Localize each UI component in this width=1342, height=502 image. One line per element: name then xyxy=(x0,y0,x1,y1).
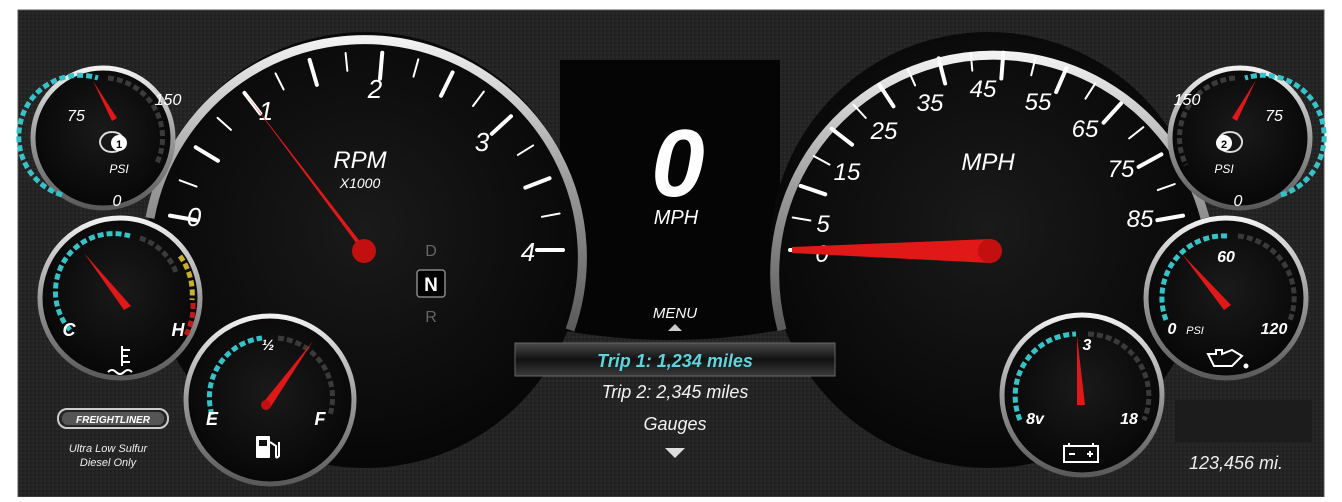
air2-number: 2 xyxy=(1221,139,1227,151)
tach-unit-label: RPM xyxy=(333,147,386,174)
air1-unit: PSI xyxy=(109,162,129,176)
cluster-display: 0 1 2 3 4 RPM X1000 D N R 0 MPH 0 5 15 2… xyxy=(0,0,1342,498)
air1-min-label: 0 xyxy=(113,193,122,210)
tach-tick-1: 1 xyxy=(259,96,273,126)
air2-mid-label: 75 xyxy=(1265,108,1283,125)
battery-mid-label: 3 xyxy=(1083,337,1092,354)
fuel-empty-label: E xyxy=(206,409,219,429)
coolant-cold-label: C xyxy=(63,320,77,340)
air1-max-label: 150 xyxy=(155,92,182,109)
fuel-full-label: F xyxy=(315,409,327,429)
menu-item-trip-1-label: Trip 1: 1,234 miles xyxy=(597,351,753,371)
coolant-temperature-gauge: C H xyxy=(37,215,203,381)
gear-neutral: N xyxy=(424,275,438,296)
speed-tick-15: 15 xyxy=(834,159,861,186)
air2-max-label: 150 xyxy=(1174,92,1201,109)
menu-item-trip-2[interactable]: Trip 2: 2,345 miles xyxy=(602,382,749,402)
fuel-gauge: E ½ F xyxy=(183,313,357,487)
oil-unit-label: PSI xyxy=(1186,325,1204,337)
digital-speed-value: 0 xyxy=(651,110,704,217)
battery-max-label: 18 xyxy=(1120,411,1138,428)
odometer-blank-panel xyxy=(1175,400,1312,442)
speed-tick-55: 55 xyxy=(1025,89,1052,116)
tach-tick-4: 4 xyxy=(521,237,535,267)
logo-text: FREIGHTLINER xyxy=(76,415,151,426)
speed-tick-5: 5 xyxy=(816,211,830,238)
oil-min-label: 0 xyxy=(1168,321,1177,338)
gear-reverse: R xyxy=(425,309,437,326)
speed-tick-85: 85 xyxy=(1127,206,1154,233)
fuel-note-line1: Ultra Low Sulfur xyxy=(69,443,149,455)
odometer-value: 123,456 mi. xyxy=(1189,453,1283,473)
instrument-cluster: 0 1 2 3 4 RPM X1000 D N R 0 MPH 0 5 15 2… xyxy=(0,0,1342,498)
tach-tick-0: 0 xyxy=(187,202,202,232)
gear-drive: D xyxy=(425,243,437,260)
coolant-hot-label: H xyxy=(172,320,186,340)
air1-number: 1 xyxy=(116,139,122,151)
air2-min-label: 0 xyxy=(1234,193,1243,210)
speed-tick-mark xyxy=(999,50,1006,81)
oil-max-label: 120 xyxy=(1261,321,1288,338)
oil-mid-label: 60 xyxy=(1217,249,1235,266)
speed-unit-label: MPH xyxy=(961,149,1015,176)
speed-tick-25: 25 xyxy=(870,118,898,145)
battery-min-label: 8v xyxy=(1026,411,1045,428)
menu-title: MENU xyxy=(653,305,697,322)
air1-mid-label: 75 xyxy=(67,108,85,125)
fuel-half-label: ½ xyxy=(262,337,275,354)
tach-multiplier-label: X1000 xyxy=(339,175,381,191)
tach-tick-3: 3 xyxy=(475,127,490,157)
menu-item-gauges[interactable]: Gauges xyxy=(643,414,706,434)
oil-pressure-gauge: 60 0 PSI 120 xyxy=(1143,215,1309,381)
fuel-note-line2: Diesel Only xyxy=(80,457,138,469)
speed-tick-65: 65 xyxy=(1072,116,1099,143)
speed-tick-75: 75 xyxy=(1108,156,1135,183)
battery-voltage-gauge: 8v 3 18 xyxy=(999,312,1165,478)
speed-tick-45: 45 xyxy=(970,76,997,103)
speed-tick-35: 35 xyxy=(917,90,944,117)
speed-needle-hub xyxy=(978,239,1002,263)
tach-needle-hub xyxy=(352,239,376,263)
air2-unit: PSI xyxy=(1214,162,1234,176)
menu-item-trip-1[interactable]: Trip 1: 1,234 miles xyxy=(514,342,836,377)
tach-tick-2: 2 xyxy=(367,74,383,104)
digital-speed-unit: MPH xyxy=(654,207,699,229)
